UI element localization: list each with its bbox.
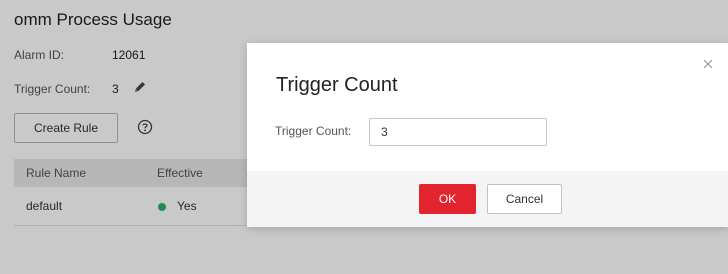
ok-button[interactable]: OK: [419, 184, 476, 214]
dialog-title: Trigger Count: [276, 74, 398, 96]
trigger-count-field-label: Trigger Count:: [275, 124, 352, 138]
trigger-count-dialog: Trigger Count Trigger Count: OK Cancel: [247, 43, 728, 227]
dialog-footer: OK Cancel: [247, 171, 728, 227]
cancel-button[interactable]: Cancel: [487, 184, 562, 214]
trigger-count-input[interactable]: [369, 118, 547, 146]
close-icon[interactable]: [702, 57, 714, 69]
